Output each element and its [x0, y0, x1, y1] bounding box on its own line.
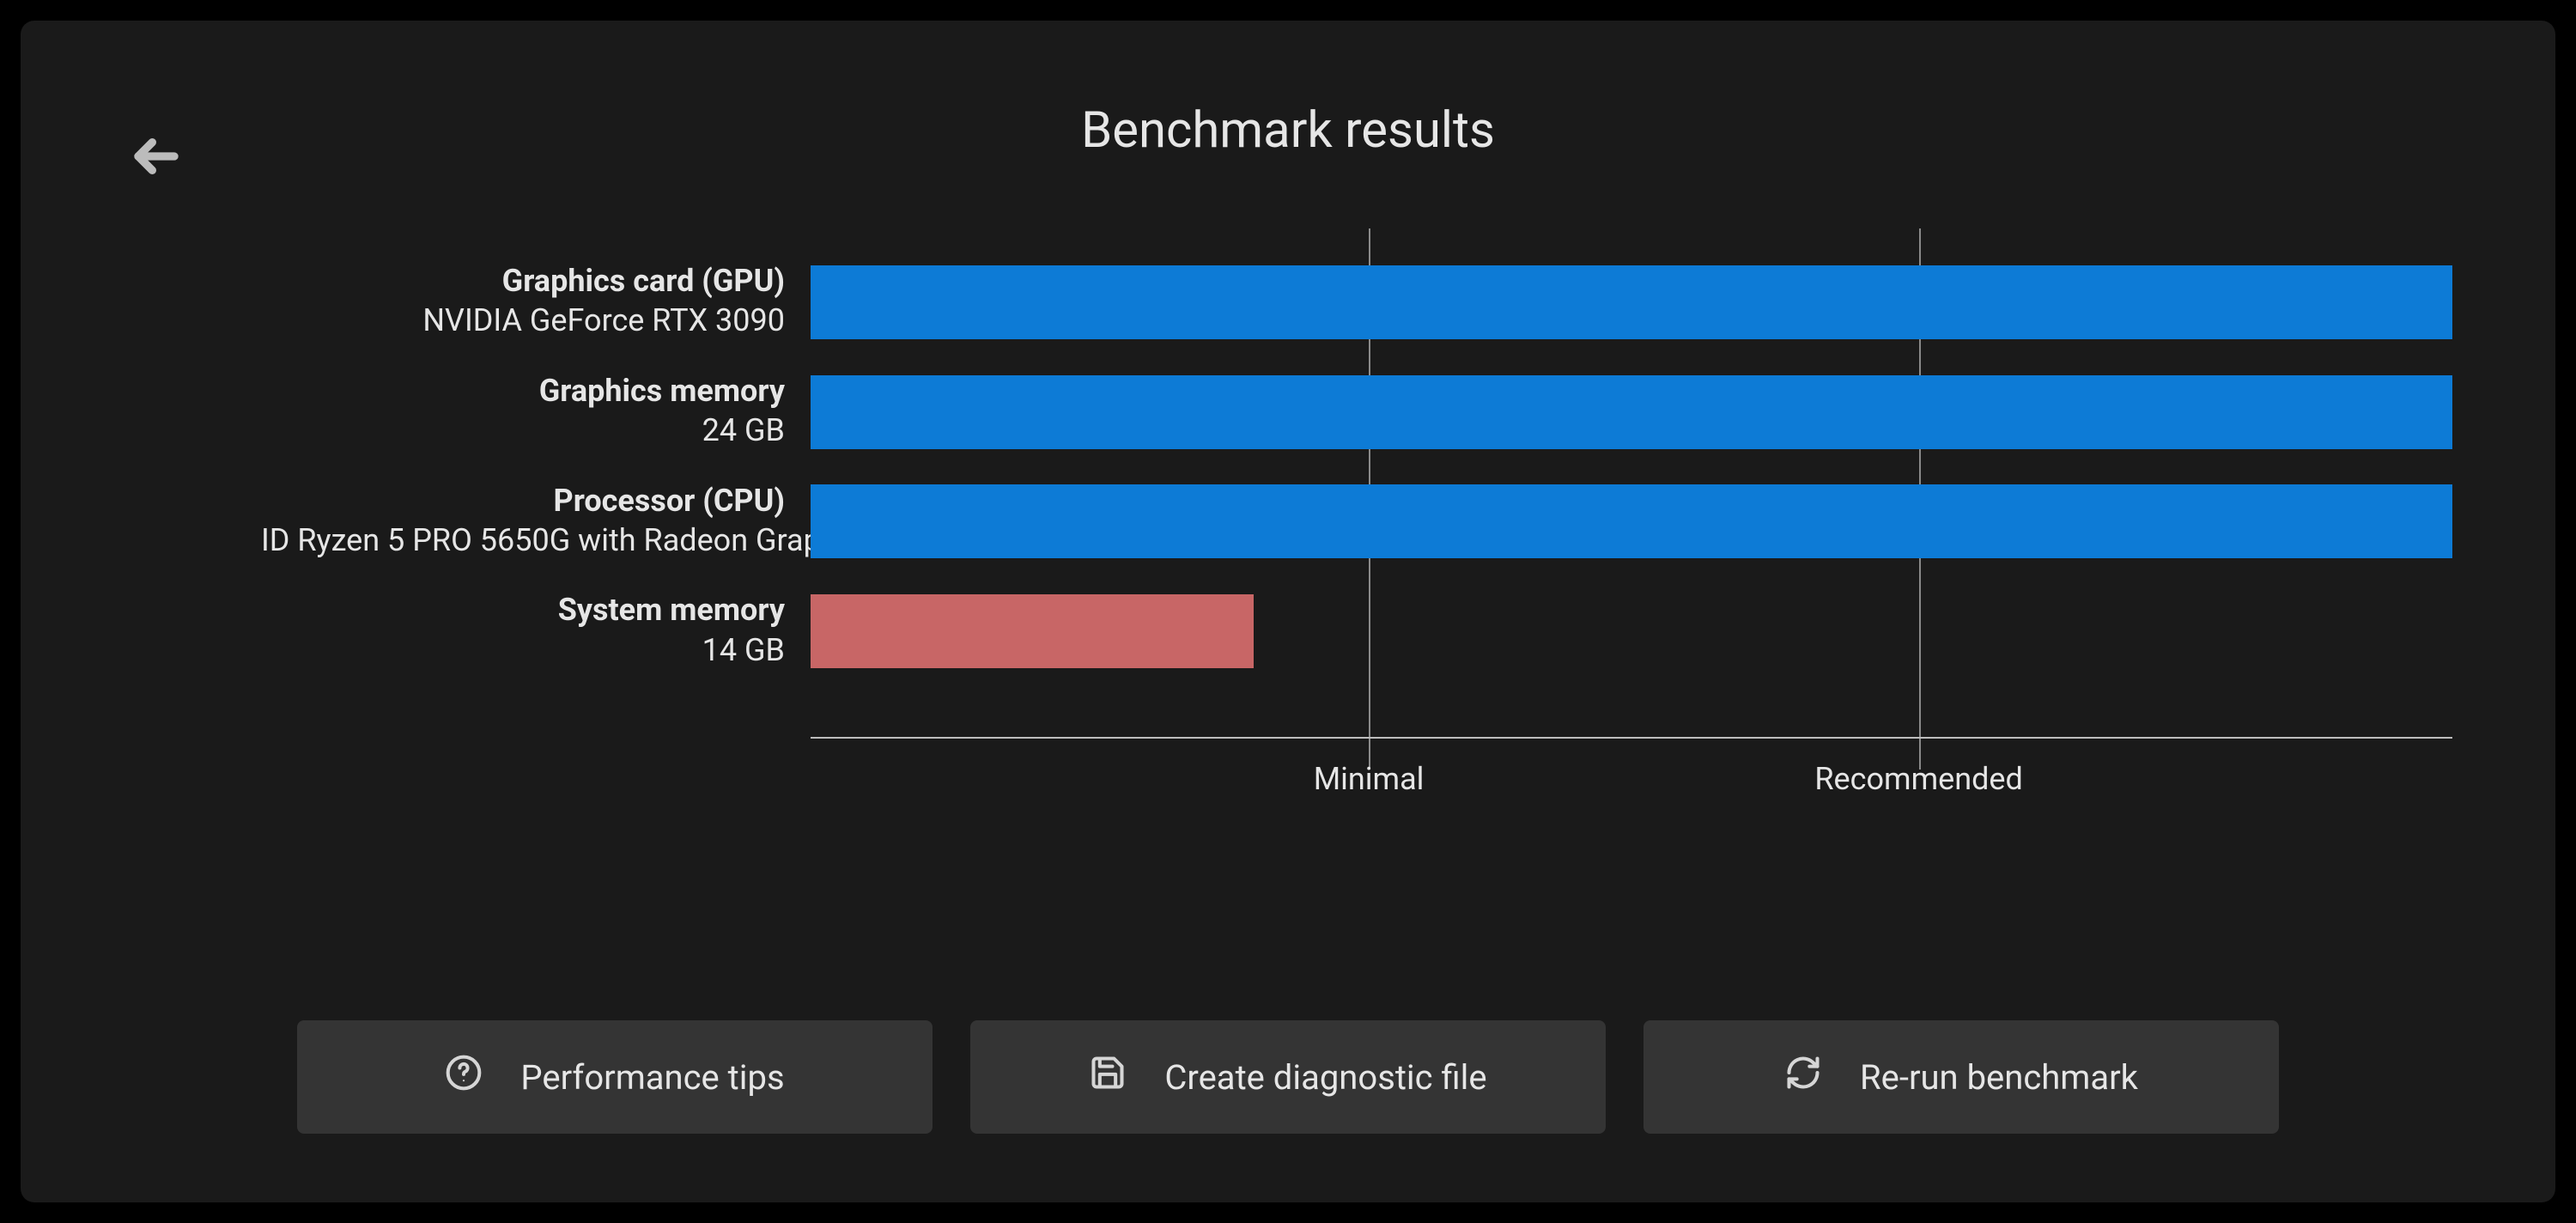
- benchmark-panel: Benchmark results Minimal Recommended Gr…: [21, 21, 2555, 1202]
- chart-rows: Graphics card (GPU) NVIDIA GeForce RTX 3…: [261, 263, 2452, 671]
- bar-track: [811, 484, 2452, 558]
- bar-sys-mem: [811, 594, 1254, 668]
- bar-gpu-mem: [811, 375, 2452, 449]
- row-title: Graphics card (GPU): [261, 263, 785, 300]
- performance-tips-button[interactable]: Performance tips: [297, 1020, 933, 1134]
- back-button[interactable]: [132, 132, 180, 184]
- bar-gpu: [811, 265, 2452, 339]
- row-title: Graphics memory: [261, 373, 785, 410]
- refresh-icon: [1784, 1054, 1822, 1100]
- row-sys-mem: System memory 14 GB: [261, 592, 2452, 671]
- bar-cpu: [811, 484, 2452, 558]
- action-buttons: Performance tips Create diagnostic file …: [21, 1020, 2555, 1134]
- rerun-benchmark-button[interactable]: Re-run benchmark: [1643, 1020, 2279, 1134]
- row-subtitle: 14 GB: [261, 630, 785, 672]
- help-circle-icon: [445, 1054, 483, 1100]
- benchmark-chart: Minimal Recommended Graphics card (GPU) …: [261, 263, 2452, 795]
- bar-track: [811, 265, 2452, 339]
- create-diagnostic-button[interactable]: Create diagnostic file: [970, 1020, 1606, 1134]
- row-label: Graphics card (GPU) NVIDIA GeForce RTX 3…: [261, 263, 811, 342]
- row-label: System memory 14 GB: [261, 592, 811, 671]
- page-title: Benchmark results: [72, 101, 2504, 160]
- bar-track: [811, 375, 2452, 449]
- bar-track: [811, 594, 2452, 668]
- axis-label-minimal: Minimal: [1314, 761, 1425, 797]
- row-label: Processor (CPU) ID Ryzen 5 PRO 5650G wit…: [261, 483, 811, 562]
- row-subtitle: 24 GB: [261, 410, 785, 452]
- row-subtitle: ID Ryzen 5 PRO 5650G with Radeon Graphic…: [261, 520, 785, 562]
- row-title: Processor (CPU): [261, 483, 785, 520]
- row-cpu: Processor (CPU) ID Ryzen 5 PRO 5650G wit…: [261, 483, 2452, 562]
- axis-label-recommended: Recommended: [1814, 761, 2022, 797]
- button-label: Performance tips: [520, 1057, 784, 1098]
- row-gpu: Graphics card (GPU) NVIDIA GeForce RTX 3…: [261, 263, 2452, 342]
- button-label: Re-run benchmark: [1860, 1057, 2138, 1098]
- row-gpu-mem: Graphics memory 24 GB: [261, 373, 2452, 452]
- row-title: System memory: [261, 592, 785, 629]
- row-label: Graphics memory 24 GB: [261, 373, 811, 452]
- arrow-left-icon: [132, 167, 180, 184]
- button-label: Create diagnostic file: [1164, 1057, 1486, 1098]
- save-icon: [1089, 1054, 1127, 1100]
- axis-baseline: [811, 737, 2452, 739]
- row-subtitle: NVIDIA GeForce RTX 3090: [261, 300, 785, 342]
